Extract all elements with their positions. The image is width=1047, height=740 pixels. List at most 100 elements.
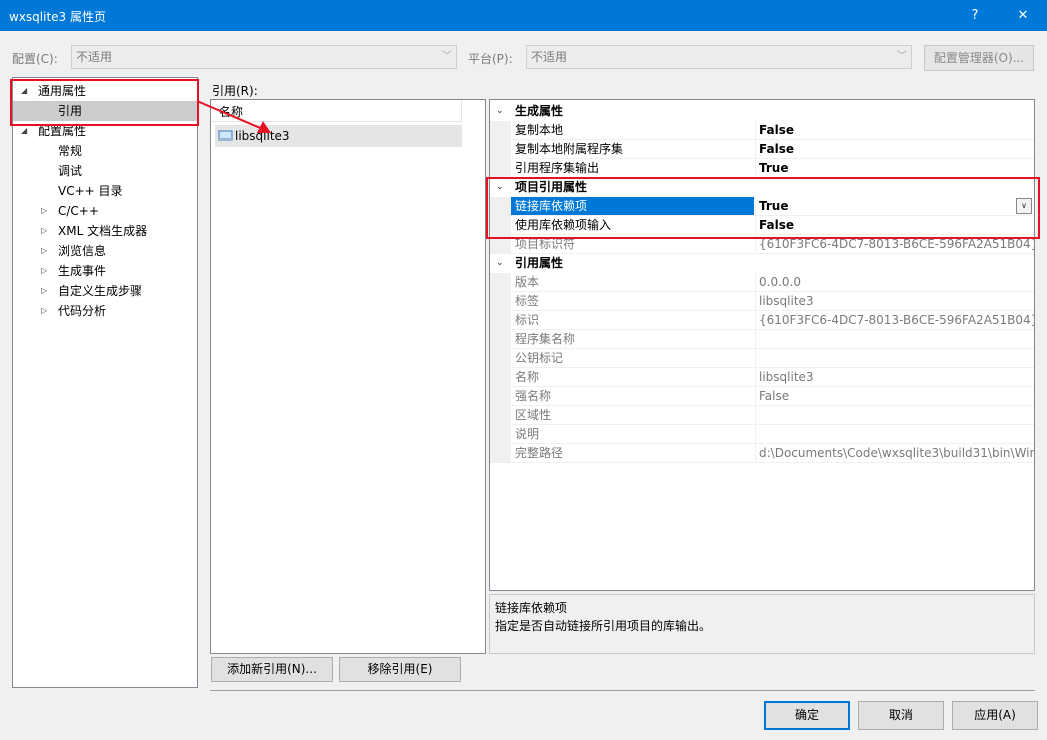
references-list[interactable]: 名称 libsqlite3: [210, 99, 486, 654]
property-value[interactable]: [755, 406, 1034, 425]
property-row[interactable]: 复制本地附属程序集 False: [490, 140, 1034, 159]
platform-value: 不适用: [531, 50, 568, 64]
tree-item[interactable]: 调试: [13, 161, 197, 181]
property-name: 标签: [511, 292, 754, 311]
property-name: 复制本地附属程序集: [511, 140, 754, 159]
property-name: 完整路径: [511, 444, 754, 463]
property-row[interactable]: 版本 0.0.0.0: [490, 273, 1034, 292]
tree-item-label: C/C++: [58, 204, 99, 218]
window-title: wxsqlite3 属性页: [9, 10, 106, 24]
property-name: 公钥标记: [511, 349, 754, 368]
property-value[interactable]: False: [755, 387, 1034, 406]
add-reference-button[interactable]: 添加新引用(N)...: [211, 657, 333, 682]
property-gutter: [490, 292, 511, 311]
title-bar: wxsqlite3 属性页 ? ✕: [0, 0, 1047, 31]
property-gutter: [490, 406, 511, 425]
tree-item[interactable]: ▷ 生成事件: [13, 261, 197, 281]
property-name: 程序集名称: [511, 330, 754, 349]
collapsed-arrow-icon[interactable]: ▷: [41, 241, 47, 261]
property-value[interactable]: 0.0.0.0: [755, 273, 1034, 292]
property-gutter: [490, 140, 511, 159]
close-button[interactable]: ✕: [1003, 0, 1043, 31]
description-panel: 链接库依赖项 指定是否自动链接所引用项目的库输出。: [489, 594, 1035, 654]
remove-reference-button[interactable]: 移除引用(E): [339, 657, 461, 682]
property-row[interactable]: 标识 {610F3FC6-4DC7-8013-B6CE-596FA2A51B04}: [490, 311, 1034, 330]
property-name: 版本: [511, 273, 754, 292]
property-grid[interactable]: ⌄ 生成属性 复制本地 False 复制本地附属程序集 False 引用程序集输出 True ⌄…: [489, 99, 1035, 591]
property-value[interactable]: libsqlite3: [755, 292, 1034, 311]
platform-combo[interactable]: 不适用 ﹀: [526, 45, 912, 69]
property-row[interactable]: 名称 libsqlite3: [490, 368, 1034, 387]
property-category[interactable]: ⌄ 引用属性: [490, 254, 1034, 273]
property-row[interactable]: 区域性: [490, 406, 1034, 425]
property-gutter: [490, 121, 511, 140]
cancel-button[interactable]: 取消: [858, 701, 944, 730]
tree-item[interactable]: ▷ 自定义生成步骤: [13, 281, 197, 301]
tree-item-label: 生成事件: [58, 264, 107, 278]
divider: [210, 690, 1035, 691]
chevron-down-icon: ﹀: [442, 51, 452, 62]
property-row[interactable]: 标签 libsqlite3: [490, 292, 1034, 311]
help-button[interactable]: ?: [955, 0, 995, 31]
property-value[interactable]: True: [755, 159, 1034, 178]
config-manager-button[interactable]: 配置管理器(O)...: [924, 45, 1034, 71]
property-gutter: [490, 273, 511, 292]
property-row[interactable]: 引用程序集输出 True: [490, 159, 1034, 178]
property-category-label: 引用属性: [515, 256, 564, 270]
chevron-down-icon: ﹀: [897, 51, 907, 62]
tree-item[interactable]: 常规: [13, 141, 197, 161]
property-value[interactable]: [755, 330, 1034, 349]
property-name: 引用程序集输出: [511, 159, 754, 178]
property-value[interactable]: False: [755, 140, 1034, 159]
collapsed-arrow-icon[interactable]: ▷: [41, 301, 47, 321]
tree-item[interactable]: ▷ XML 文档生成器: [13, 221, 197, 241]
property-category[interactable]: ⌄ 生成属性: [490, 102, 1034, 121]
description-text: 指定是否自动链接所引用项目的库输出。: [495, 619, 712, 633]
property-row[interactable]: 公钥标记: [490, 349, 1034, 368]
tree-item[interactable]: ▷ 浏览信息: [13, 241, 197, 261]
annotation-arrow-icon: [196, 100, 271, 133]
property-gutter: [490, 387, 511, 406]
tree-item[interactable]: ▷ C/C++: [13, 201, 197, 221]
tree-item[interactable]: ▷ 代码分析: [13, 301, 197, 321]
property-gutter: [490, 368, 511, 387]
tree-item[interactable]: VC++ 目录: [13, 181, 197, 201]
chevron-down-icon[interactable]: ⌄: [496, 254, 504, 273]
property-gutter: [490, 349, 511, 368]
highlight-box-tree: [10, 79, 199, 126]
collapsed-arrow-icon[interactable]: ▷: [41, 201, 47, 221]
property-tree[interactable]: ◢ 通用属性 引用 ◢ 配置属性 常规 调试 VC++ 目录 ▷ C/C++ ▷ XML 文档生成器 ▷…: [12, 77, 198, 688]
property-value[interactable]: {610F3FC6-4DC7-8013-B6CE-596FA2A51B04}: [755, 311, 1034, 330]
config-combo[interactable]: 不适用 ﹀: [71, 45, 457, 69]
property-value[interactable]: [755, 425, 1034, 444]
tree-item-label: VC++ 目录: [58, 184, 123, 198]
property-name: 名称: [511, 368, 754, 387]
chevron-down-icon[interactable]: ⌄: [496, 102, 504, 121]
platform-label: 平台(P):: [468, 52, 513, 66]
property-row[interactable]: 强名称 False: [490, 387, 1034, 406]
ok-button[interactable]: 确定: [764, 701, 850, 730]
collapsed-arrow-icon[interactable]: ▷: [41, 221, 47, 241]
property-row[interactable]: 程序集名称: [490, 330, 1034, 349]
property-gutter: [490, 444, 511, 463]
property-gutter: [490, 425, 511, 444]
tree-item-label: 常规: [58, 144, 83, 158]
property-value[interactable]: libsqlite3: [755, 368, 1034, 387]
property-value[interactable]: [755, 349, 1034, 368]
property-row[interactable]: 完整路径 d:\Documents\Code\wxsqlite3\build31\…: [490, 444, 1034, 463]
property-row[interactable]: 复制本地 False: [490, 121, 1034, 140]
property-name: 强名称: [511, 387, 754, 406]
collapsed-arrow-icon[interactable]: ▷: [41, 281, 47, 301]
highlight-box-props: [486, 177, 1040, 239]
tree-item-label: 代码分析: [58, 304, 107, 318]
apply-button[interactable]: 应用(A): [952, 701, 1038, 730]
property-value[interactable]: False: [755, 121, 1034, 140]
collapsed-arrow-icon[interactable]: ▷: [41, 261, 47, 281]
tree-item-label: 调试: [58, 164, 83, 178]
description-title: 链接库依赖项: [495, 601, 568, 615]
property-value[interactable]: d:\Documents\Code\wxsqlite3\build31\bin\…: [755, 444, 1034, 463]
property-name: 复制本地: [511, 121, 754, 140]
property-gutter: [490, 311, 511, 330]
tree-item-label: XML 文档生成器: [58, 224, 148, 238]
property-row[interactable]: 说明: [490, 425, 1034, 444]
